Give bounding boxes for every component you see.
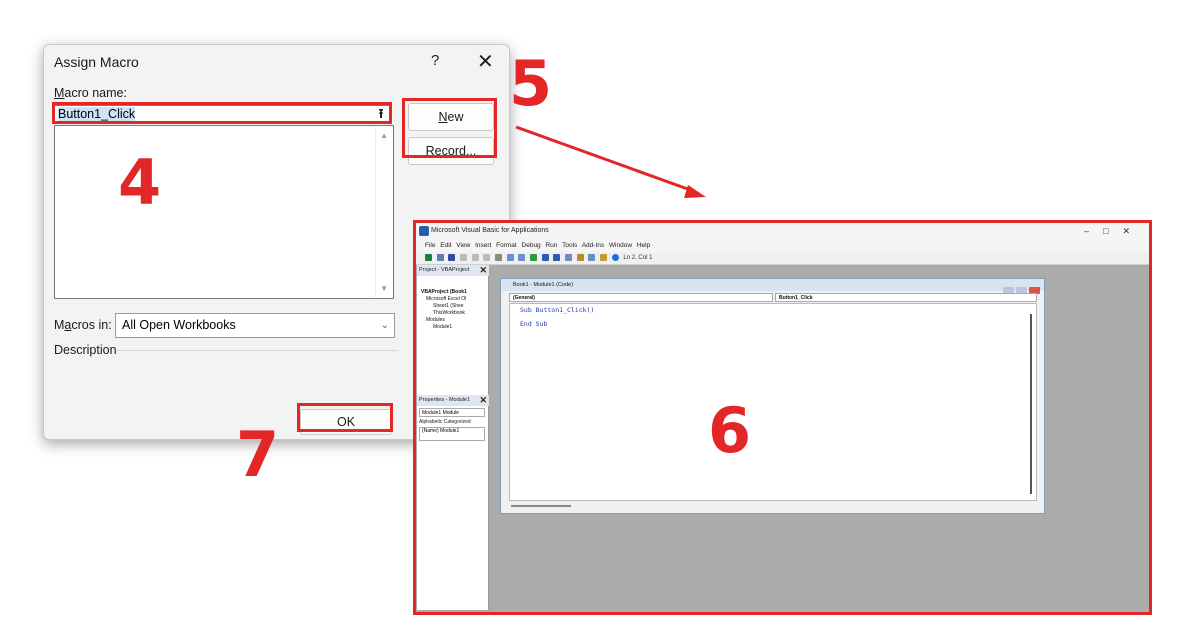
step-5-number: 5	[509, 47, 553, 120]
step-4-number: 4	[118, 146, 162, 219]
step-7-number: 7	[236, 418, 280, 491]
screenshot-stage: Assign Macro ? ✕ Macro name: Button1_Cli…	[0, 0, 1200, 630]
annotation-arrow	[515, 125, 706, 198]
step-6-number: 6	[708, 394, 752, 467]
